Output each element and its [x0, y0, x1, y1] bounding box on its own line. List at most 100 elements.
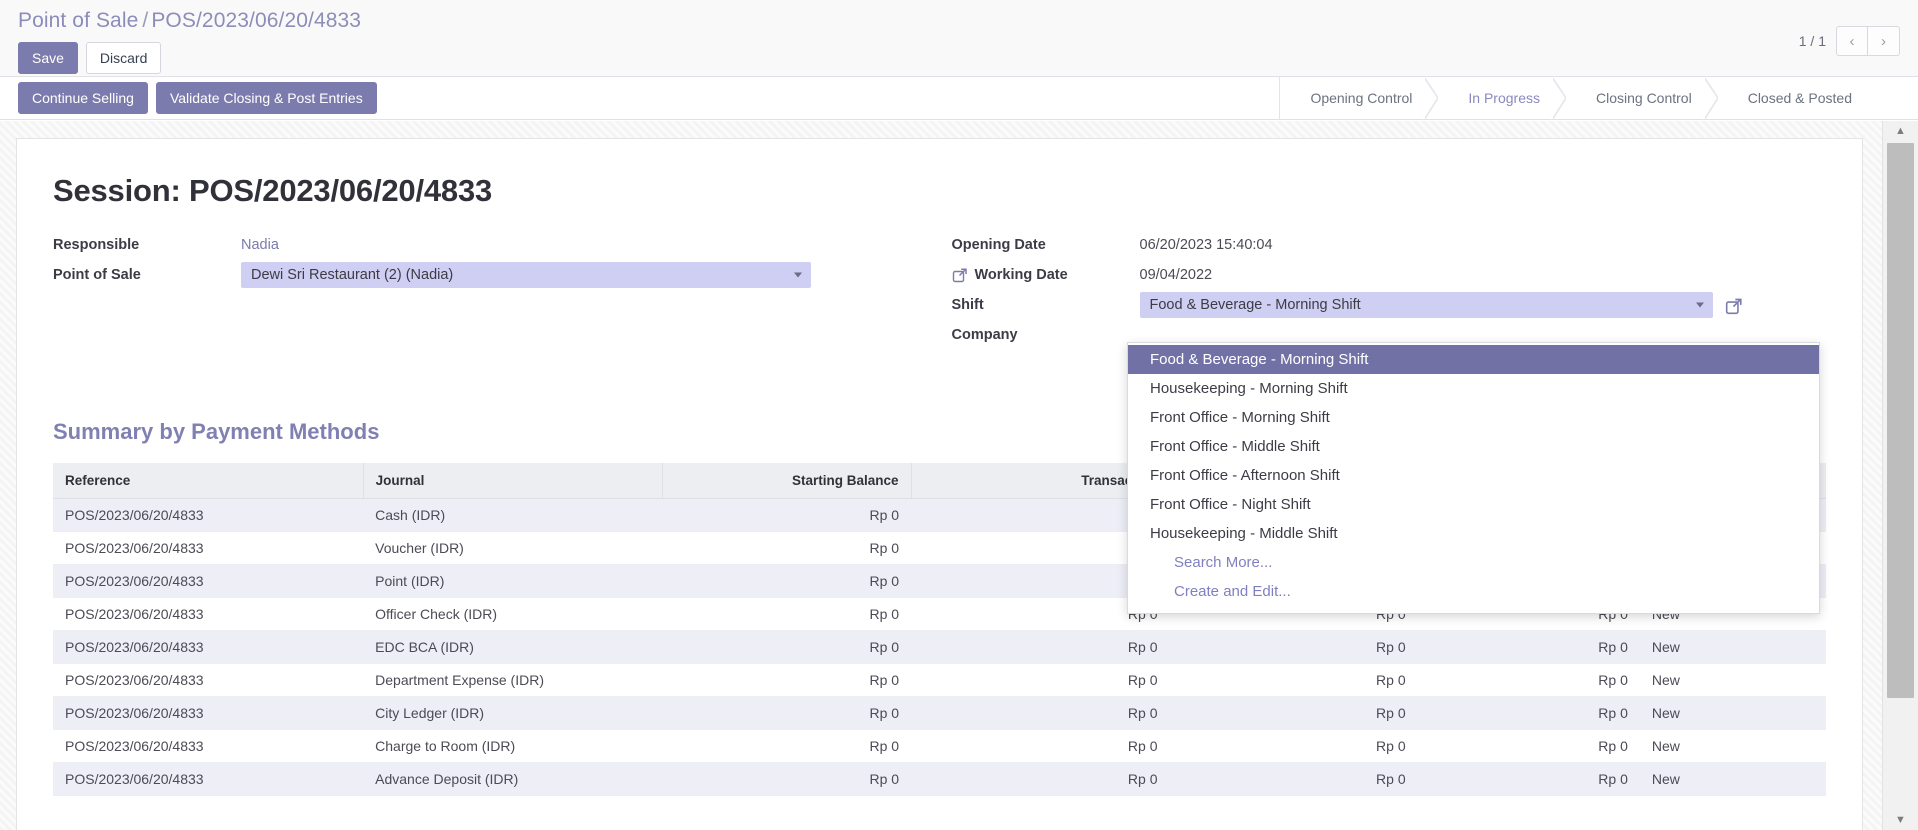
cell-starting-balance: Rp 0: [662, 762, 912, 796]
breadcrumb-current: POS/2023/06/20/4833: [151, 9, 362, 32]
discard-button[interactable]: Discard: [85, 42, 162, 74]
table-row[interactable]: POS/2023/06/20/4833 Advance Deposit (IDR…: [53, 762, 1826, 796]
status-step-closed-posted[interactable]: Closed & Posted: [1717, 77, 1878, 119]
status-step-opening-control[interactable]: Opening Control: [1280, 77, 1440, 120]
cell-journal: Officer Check (IDR): [363, 597, 663, 631]
record-action-buttons: Save Discard: [18, 42, 1900, 74]
shift-option-search-more[interactable]: Search More...: [1128, 548, 1819, 577]
cell-transaction: Rp 0: [911, 762, 1170, 796]
cell-journal: EDC BCA (IDR): [363, 630, 663, 664]
shift-option-housekeeping-middle[interactable]: Housekeeping - Middle Shift: [1128, 519, 1819, 548]
pager-buttons: ‹ ›: [1836, 26, 1900, 56]
shift-dropdown-menu[interactable]: Food & Beverage - Morning Shift Housekee…: [1127, 342, 1820, 614]
cell-reference: POS/2023/06/20/4833: [53, 663, 364, 697]
status-step-closing-control[interactable]: Closing Control: [1565, 77, 1719, 120]
cell-payments: Rp 0: [1169, 762, 1418, 796]
scroll-up-arrow-icon[interactable]: ▲: [1883, 121, 1918, 141]
cell-starting-balance: Rp 0: [662, 597, 912, 631]
form-column-left: Responsible Nadia Point of Sale Dewi Sri…: [53, 231, 940, 351]
scrollbar-thumb[interactable]: [1887, 143, 1914, 698]
shift-option-food-beverage-morning[interactable]: Food & Beverage - Morning Shift: [1128, 345, 1819, 374]
pager-count: 1 / 1: [1798, 33, 1826, 49]
cell-status: New: [1639, 696, 1826, 730]
pager: 1 / 1 ‹ ›: [1799, 26, 1900, 56]
field-label-opening-date: Opening Date: [951, 236, 1046, 253]
action-bar: Continue Selling Validate Closing & Post…: [0, 77, 1918, 120]
field-point-of-sale: Point of Sale Dewi Sri Restaurant (2) (N…: [53, 261, 940, 288]
cell-status: New: [1639, 762, 1826, 796]
cell-reference: POS/2023/06/20/4833: [53, 498, 364, 532]
cell-total: Rp 0: [1417, 762, 1640, 796]
top-bar: Point of Sale / POS/2023/06/20/4833 Save D…: [0, 0, 1918, 77]
cell-journal: Point (IDR): [363, 564, 663, 598]
table-row[interactable]: POS/2023/06/20/4833 City Ledger (IDR) Rp…: [53, 696, 1826, 730]
cell-starting-balance: Rp 0: [662, 663, 912, 697]
cell-payments: Rp 0: [1169, 696, 1418, 730]
save-button[interactable]: Save: [18, 42, 78, 74]
cell-payments: Rp 0: [1169, 729, 1418, 763]
cell-transaction: Rp 0: [911, 630, 1170, 664]
cell-starting-balance: Rp 0: [662, 696, 912, 730]
cell-payments: Rp 0: [1169, 630, 1418, 664]
shift-value: Food & Beverage - Morning Shift: [1149, 296, 1361, 313]
table-row[interactable]: POS/2023/06/20/4833 EDC BCA (IDR) Rp 0 R…: [53, 630, 1826, 664]
shift-option-front-office-middle[interactable]: Front Office - Middle Shift: [1128, 432, 1819, 461]
cell-total: Rp 0: [1417, 696, 1640, 730]
cell-starting-balance: Rp 0: [662, 564, 912, 598]
shift-option-create-and-edit[interactable]: Create and Edit...: [1128, 577, 1819, 606]
cell-status: New: [1639, 729, 1826, 763]
status-step-in-progress[interactable]: In Progress: [1438, 77, 1567, 120]
cell-reference: POS/2023/06/20/4833: [53, 531, 364, 565]
field-value-responsible[interactable]: Nadia: [231, 237, 279, 253]
table-row[interactable]: POS/2023/06/20/4833 Department Expense (…: [53, 663, 1826, 697]
shift-external-link-icon[interactable]: [1725, 297, 1742, 314]
shift-select[interactable]: Food & Beverage - Morning Shift: [1139, 291, 1713, 318]
field-opening-date: Opening Date 06/20/2023 15:40:04: [952, 231, 1827, 258]
cell-starting-balance: Rp 0: [662, 729, 912, 763]
page-title: Session: POS/2023/06/20/4833: [53, 173, 493, 208]
column-header-journal[interactable]: Journal: [363, 463, 664, 499]
cell-transaction: Rp 0: [911, 729, 1170, 763]
chevron-down-icon[interactable]: [1695, 302, 1704, 307]
cell-starting-balance: Rp 0: [662, 531, 912, 565]
validate-closing-button[interactable]: Validate Closing & Post Entries: [155, 82, 377, 114]
shift-option-front-office-afternoon[interactable]: Front Office - Afternoon Shift: [1128, 461, 1819, 490]
column-header-reference[interactable]: Reference: [53, 463, 364, 499]
cell-status: New: [1639, 663, 1826, 697]
cell-reference: POS/2023/06/20/4833: [53, 564, 364, 598]
external-link-icon[interactable]: [952, 267, 968, 283]
breadcrumb-separator: /: [142, 9, 149, 32]
shift-option-housekeeping-morning[interactable]: Housekeeping - Morning Shift: [1128, 374, 1819, 403]
cell-reference: POS/2023/06/20/4833: [53, 597, 364, 631]
field-label-working-date: Working Date: [952, 267, 1130, 283]
chevron-down-icon[interactable]: [794, 272, 802, 277]
cell-journal: Voucher (IDR): [363, 531, 663, 565]
cell-journal: City Ledger (IDR): [363, 696, 663, 730]
vertical-scrollbar[interactable]: ▲ ▼: [1882, 121, 1918, 830]
shift-option-front-office-night[interactable]: Front Office - Night Shift: [1128, 490, 1819, 519]
table-row[interactable]: POS/2023/06/20/4833 Charge to Room (IDR)…: [53, 729, 1826, 763]
continue-selling-button[interactable]: Continue Selling: [18, 82, 148, 114]
cell-journal: Cash (IDR): [363, 498, 663, 532]
status-bar: Opening Control In Progress Closing Cont…: [1279, 77, 1878, 120]
pager-next-icon[interactable]: ›: [1868, 26, 1900, 56]
breadcrumb: Point of Sale / POS/2023/06/20/4833: [18, 0, 1900, 36]
cell-reference: POS/2023/06/20/4833: [53, 696, 364, 730]
point-of-sale-value: Dewi Sri Restaurant (2) (Nadia): [251, 266, 454, 283]
field-label-working-date-text: Working Date: [974, 266, 1068, 283]
cell-reference: POS/2023/06/20/4833: [53, 762, 364, 796]
point-of-sale-select[interactable]: Dewi Sri Restaurant (2) (Nadia): [241, 261, 811, 288]
cell-transaction: Rp 0: [911, 663, 1170, 697]
pager-previous-icon[interactable]: ‹: [1836, 26, 1868, 56]
cell-starting-balance: Rp 0: [662, 630, 912, 664]
field-responsible: Responsible Nadia: [53, 231, 940, 258]
field-label-point-of-sale: Point of Sale: [53, 266, 141, 283]
form-view-background: Session: POS/2023/06/20/4833 Responsible…: [0, 121, 1918, 830]
breadcrumb-root-link[interactable]: Point of Sale: [18, 9, 138, 32]
form-fields: Responsible Nadia Point of Sale Dewi Sri…: [53, 231, 1826, 351]
field-label-responsible: Responsible: [53, 236, 140, 253]
column-header-starting-balance[interactable]: Starting Balance: [662, 463, 912, 499]
cell-reference: POS/2023/06/20/4833: [53, 630, 364, 664]
shift-option-front-office-morning[interactable]: Front Office - Morning Shift: [1128, 403, 1819, 432]
scroll-down-arrow-icon[interactable]: ▼: [1883, 810, 1918, 830]
